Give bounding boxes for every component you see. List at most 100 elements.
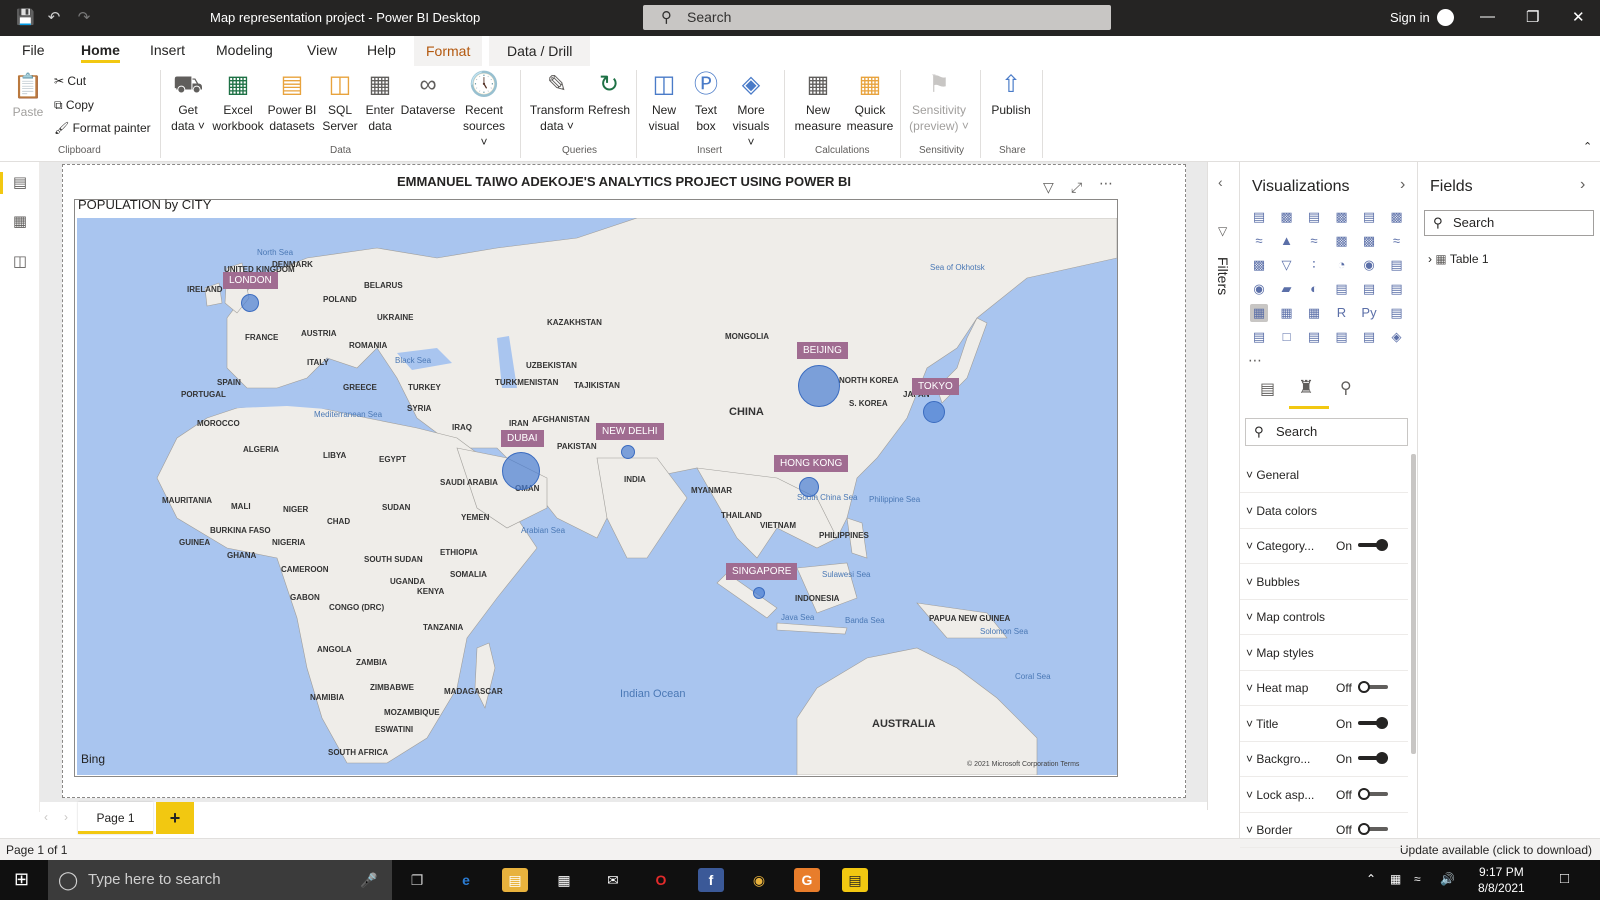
- visual-type-icon[interactable]: ▩: [1333, 208, 1351, 226]
- visual-type-icon[interactable]: ▤: [1305, 208, 1323, 226]
- format-section-row[interactable]: ˅ Border Off: [1240, 813, 1408, 848]
- chrome-icon[interactable]: ◉: [746, 868, 772, 892]
- format-search-input[interactable]: ⚲ Search: [1245, 418, 1408, 446]
- new-measure-button[interactable]: ▦ New measure: [792, 66, 844, 134]
- visual-type-icon[interactable]: ◐: [1305, 280, 1323, 298]
- taskbar-search-input[interactable]: ◯ Type here to search 🎤: [48, 860, 392, 900]
- visual-type-icon[interactable]: ▤: [1388, 304, 1406, 322]
- visual-type-icon[interactable]: ◉: [1250, 280, 1268, 298]
- system-clock[interactable]: 9:17 PM 8/8/2021: [1478, 864, 1525, 896]
- avatar[interactable]: [1437, 9, 1454, 26]
- visual-type-icon[interactable]: ▲: [1278, 232, 1296, 250]
- visual-type-icon[interactable]: ▤: [1333, 280, 1351, 298]
- fields-well-icon[interactable]: ▤: [1260, 379, 1275, 399]
- scrollbar-thumb[interactable]: [1411, 454, 1416, 754]
- more-visuals-button[interactable]: ◈ More visuals ˅: [728, 66, 774, 150]
- format-painter-button[interactable]: 🖌 Format painter: [54, 121, 151, 135]
- format-section-row[interactable]: ˅ Map styles: [1240, 636, 1408, 671]
- toggle-switch[interactable]: [1358, 539, 1388, 551]
- more-visuals-icon[interactable]: ⋯: [1248, 352, 1262, 369]
- undo-icon[interactable]: ↶: [45, 9, 63, 27]
- table-1-item[interactable]: › ▦ Table 1: [1428, 252, 1489, 266]
- refresh-button[interactable]: ↻ Refresh: [586, 66, 632, 118]
- search-input[interactable]: ⚲ Search: [643, 5, 1111, 30]
- add-page-button[interactable]: +: [156, 802, 194, 834]
- file-explorer-icon[interactable]: ▤: [502, 868, 528, 892]
- visual-type-icon[interactable]: ▤: [1305, 328, 1323, 346]
- format-section-row[interactable]: ˅ Data colors: [1240, 494, 1408, 529]
- save-icon[interactable]: 💾: [16, 9, 35, 27]
- visual-type-icon[interactable]: ▤: [1360, 280, 1378, 298]
- format-paint-roller-icon[interactable]: ♜: [1298, 377, 1314, 398]
- format-section-row[interactable]: ˅ Heat map Off: [1240, 671, 1408, 706]
- wifi-icon[interactable]: ≈: [1414, 872, 1421, 886]
- tab-file[interactable]: File: [22, 42, 45, 58]
- bing-map[interactable]: UNITED KINGDOM IRELAND DENMARK North Sea POL…: [77, 218, 1117, 775]
- volume-icon[interactable]: 🔊: [1440, 872, 1455, 886]
- visual-type-icon[interactable]: ▦: [1305, 304, 1323, 322]
- power-bi-datasets-button[interactable]: ▤ Power BI datasets: [266, 66, 318, 134]
- dataverse-button[interactable]: ∞ Dataverse: [400, 66, 456, 118]
- format-section-row[interactable]: ˅ Backgro... On: [1240, 742, 1408, 777]
- visual-type-icon[interactable]: ▤: [1388, 256, 1406, 274]
- paste-button[interactable]: 📋 Paste: [8, 68, 48, 120]
- format-section-row[interactable]: ˅ Category... On: [1240, 529, 1408, 564]
- toggle-switch[interactable]: [1358, 716, 1388, 729]
- city-bubble[interactable]: [923, 401, 945, 423]
- visual-type-icon[interactable]: ▦: [1278, 304, 1296, 322]
- page-tab-1[interactable]: Page 1: [78, 802, 153, 834]
- tab-insert[interactable]: Insert: [150, 42, 185, 58]
- sensitivity-button[interactable]: ⚑ Sensitivity (preview) ˅: [908, 66, 970, 134]
- sql-server-button[interactable]: ◫ SQL Server: [320, 66, 360, 134]
- tab-format[interactable]: Format: [414, 36, 483, 66]
- format-section-row[interactable]: ˅ Bubbles: [1240, 565, 1408, 600]
- minimize-icon[interactable]: —: [1480, 8, 1495, 25]
- collapse-ribbon-icon[interactable]: ⌃: [1583, 140, 1592, 153]
- quick-measure-button[interactable]: ▦ Quick measure: [844, 66, 896, 134]
- format-section-row[interactable]: ˅ Map controls: [1240, 600, 1408, 635]
- update-link[interactable]: Update available (click to download): [1400, 843, 1592, 857]
- focus-mode-icon[interactable]: ⤢: [1071, 179, 1082, 196]
- recent-sources-button[interactable]: 🕔 Recent sources ˅: [458, 66, 510, 150]
- visual-type-icon[interactable]: ▩: [1278, 208, 1296, 226]
- enter-data-button[interactable]: ▦ Enter data: [360, 66, 400, 134]
- more-options-icon[interactable]: ⋯: [1099, 175, 1113, 192]
- visual-type-icon[interactable]: ≈: [1250, 232, 1268, 250]
- notification-icon[interactable]: □: [1560, 870, 1569, 887]
- analytics-icon[interactable]: ⚲: [1340, 378, 1352, 398]
- visual-type-icon[interactable]: ▽: [1278, 256, 1296, 274]
- copy-button[interactable]: ⧉ Copy: [54, 98, 94, 113]
- format-section-row[interactable]: ˅ General: [1240, 458, 1408, 493]
- redo-icon[interactable]: ↷: [75, 9, 93, 27]
- visual-type-icon[interactable]: ▰: [1278, 280, 1296, 298]
- city-bubble[interactable]: [798, 365, 840, 407]
- text-box-button[interactable]: Ⓟ Text box: [686, 66, 726, 134]
- visual-type-icon[interactable]: □: [1278, 328, 1296, 346]
- visual-type-icon[interactable]: ▤: [1250, 328, 1268, 346]
- visual-type-icon[interactable]: ◉: [1360, 256, 1378, 274]
- visual-type-icon[interactable]: ▩: [1388, 208, 1406, 226]
- toggle-switch[interactable]: [1358, 823, 1388, 835]
- filters-pane-collapsed[interactable]: ‹ ▽ Filters: [1207, 162, 1239, 810]
- filter-icon[interactable]: ▽: [1043, 179, 1054, 196]
- publish-button[interactable]: ⇧ Publish: [988, 66, 1034, 118]
- transform-data-button[interactable]: ✎ Transform data ˅: [528, 66, 586, 134]
- task-view-icon[interactable]: ❐: [404, 868, 430, 892]
- fields-search-input[interactable]: ⚲ Search: [1424, 210, 1594, 236]
- power-bi-taskbar-icon[interactable]: ▤: [842, 868, 868, 892]
- chevron-left-icon[interactable]: ‹: [1218, 174, 1223, 190]
- toggle-switch[interactable]: [1358, 787, 1388, 800]
- toggle-switch[interactable]: [1358, 752, 1388, 764]
- mail-icon[interactable]: ✉: [600, 868, 626, 892]
- prev-page-icon[interactable]: ‹: [44, 810, 48, 824]
- visual-type-icon[interactable]: ▤: [1250, 208, 1268, 226]
- report-view-icon[interactable]: ▤: [11, 173, 29, 191]
- ucbrowser-icon[interactable]: G: [794, 868, 820, 892]
- visual-type-icon[interactable]: ≈: [1388, 232, 1406, 250]
- visual-type-icon[interactable]: ∶: [1305, 256, 1323, 274]
- sign-in-link[interactable]: Sign in: [1390, 10, 1430, 25]
- get-data-button[interactable]: ⛟ Get data ˅: [168, 66, 208, 134]
- opera-icon[interactable]: O: [648, 868, 674, 892]
- visual-type-icon[interactable]: ▤: [1360, 208, 1378, 226]
- chevron-right-icon[interactable]: ›: [1580, 176, 1585, 194]
